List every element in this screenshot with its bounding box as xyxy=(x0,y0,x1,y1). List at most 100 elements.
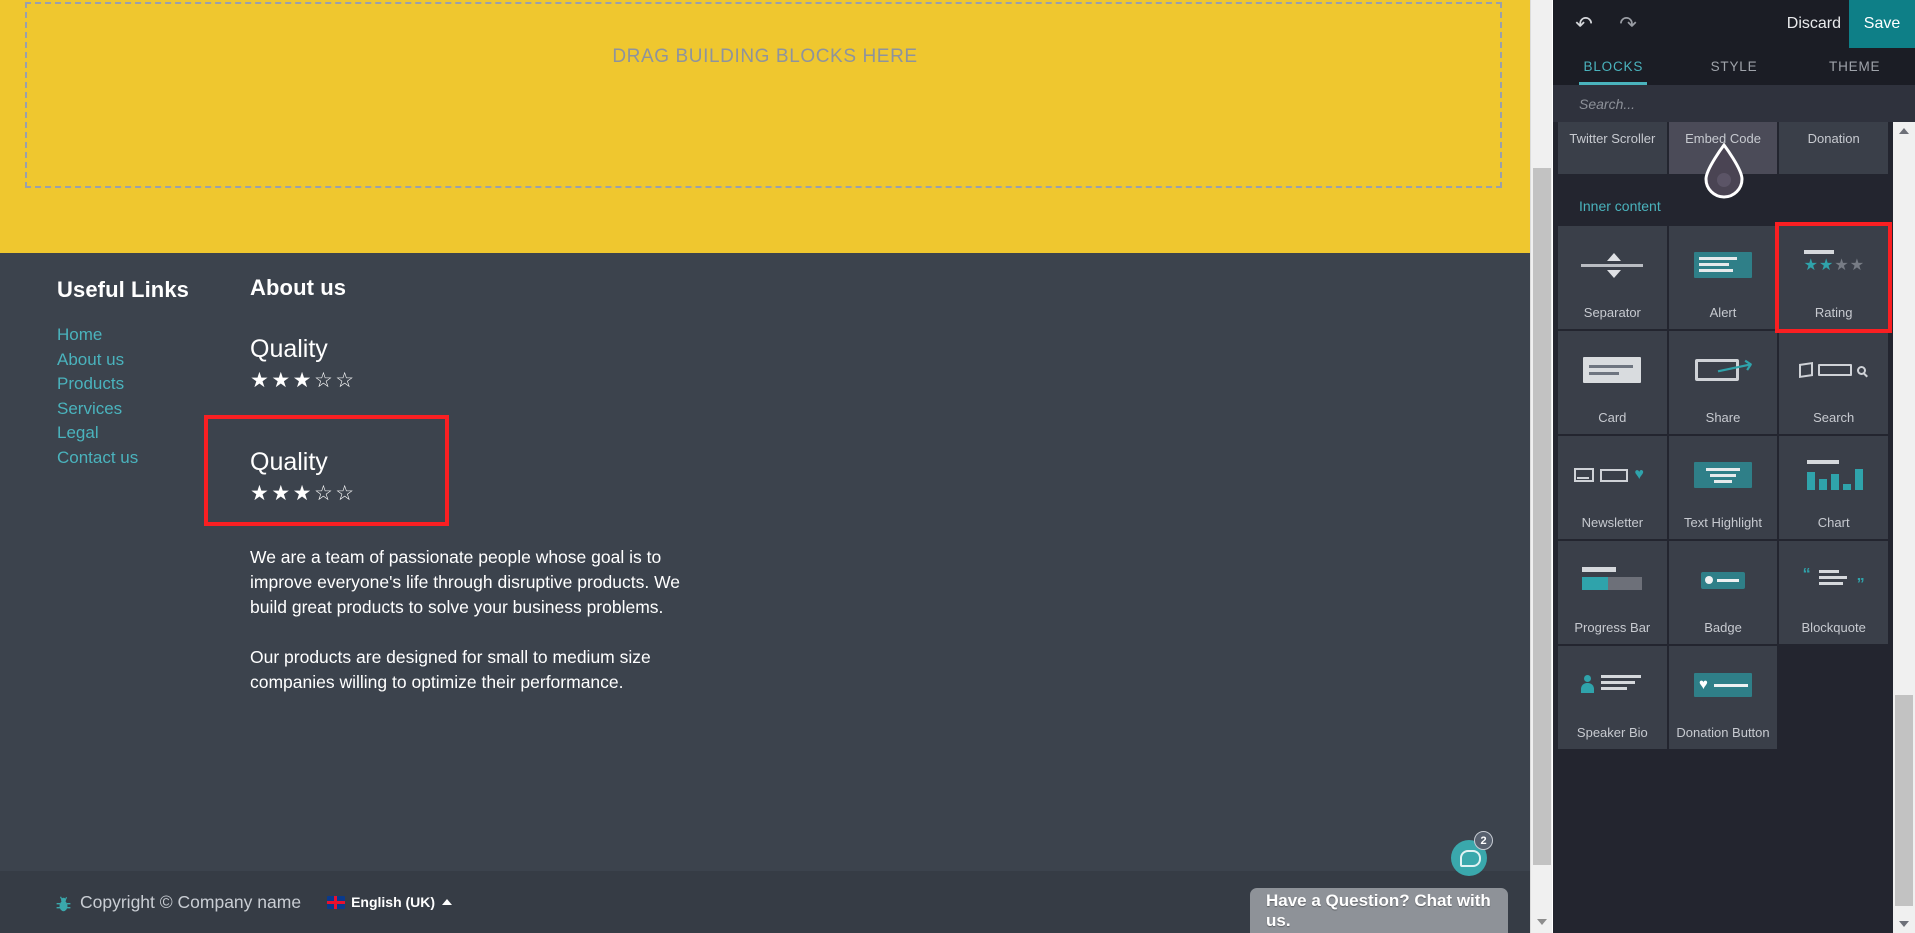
badge-icon xyxy=(1669,563,1778,597)
block-tile-rating[interactable]: ★★★★ Rating xyxy=(1775,222,1893,333)
block-row: Speaker Bio ♥ Donation Button xyxy=(1553,646,1893,749)
block-tile-text-highlight[interactable]: Text Highlight xyxy=(1668,436,1778,539)
section-heading-inner-content: Inner content xyxy=(1579,198,1661,214)
editor-toolbar: ↶ ↷ Discard Save xyxy=(1553,0,1915,48)
drop-zone-outline xyxy=(25,2,1502,188)
block-row-clipped: 🐦 Twitter Scroller Embed Code Donation xyxy=(1553,122,1893,174)
block-tile-search[interactable]: Search xyxy=(1779,331,1889,434)
block-tile-donation-button[interactable]: ♥ Donation Button xyxy=(1668,646,1778,749)
drag-drop-zone[interactable]: DRAG BUILDING BLOCKS HERE xyxy=(0,0,1530,253)
page-scrollbar[interactable] xyxy=(1530,0,1552,933)
rating-block-1[interactable]: Quality ★★★☆☆ xyxy=(250,334,770,393)
editor-tabs: BLOCKS STYLE THEME xyxy=(1553,48,1915,85)
block-tile-donation[interactable]: Donation xyxy=(1779,122,1889,174)
block-tile-card[interactable]: Card xyxy=(1558,331,1667,434)
scroll-down-arrow-icon[interactable] xyxy=(1537,919,1547,925)
tab-blocks[interactable]: BLOCKS xyxy=(1553,48,1674,85)
block-label: Embed Code xyxy=(1685,131,1761,146)
block-row: Separator Alert ★★★★ Rating xyxy=(1553,222,1893,333)
newsletter-icon: ♥ xyxy=(1558,458,1667,492)
progress-bar-icon xyxy=(1558,563,1667,597)
footer-link-about-us[interactable]: About us xyxy=(57,348,247,373)
footer-link-products[interactable]: Products xyxy=(57,372,247,397)
website-canvas: DRAG BUILDING BLOCKS HERE Useful Links H… xyxy=(0,0,1530,933)
share-icon: ⟶ xyxy=(1669,348,1778,387)
rating-icon: ★★★★ xyxy=(1779,248,1888,282)
site-footer: Useful Links Home About us Products Serv… xyxy=(0,253,1530,933)
about-us-heading: About us xyxy=(250,275,347,300)
speaker-bio-icon xyxy=(1558,668,1667,702)
search-input[interactable] xyxy=(1579,95,1882,112)
block-label: Donation xyxy=(1807,131,1860,146)
block-label: Blockquote xyxy=(1801,620,1866,635)
block-tile-separator[interactable]: Separator xyxy=(1558,226,1667,329)
block-label: Progress Bar xyxy=(1574,620,1651,635)
chat-unread-badge: 2 xyxy=(1474,831,1493,850)
embed-code-icon xyxy=(1669,122,1778,132)
block-label: Text Highlight xyxy=(1683,515,1763,530)
panel-scroll-up-arrow-icon[interactable] xyxy=(1899,128,1909,134)
twitter-scroller-icon: 🐦 xyxy=(1558,122,1667,132)
block-tile-embed-code[interactable]: Embed Code xyxy=(1668,122,1778,174)
block-label: Newsletter xyxy=(1581,515,1644,530)
panel-scroll-down-arrow-icon[interactable] xyxy=(1899,921,1909,927)
block-tile-badge[interactable]: Badge xyxy=(1668,541,1778,644)
block-tile-newsletter[interactable]: ♥ Newsletter xyxy=(1558,436,1667,539)
blocks-search-field[interactable] xyxy=(1553,85,1915,122)
language-label: English (UK) xyxy=(351,894,436,910)
page-scrollbar-thumb[interactable] xyxy=(1533,168,1551,865)
rating-title: Quality xyxy=(250,448,328,476)
chart-icon xyxy=(1779,458,1888,492)
block-tile-chart[interactable]: Chart xyxy=(1779,436,1889,539)
search-block-icon xyxy=(1779,353,1888,387)
rating-stars[interactable]: ★★★☆☆ xyxy=(250,369,770,393)
tab-theme[interactable]: THEME xyxy=(1794,48,1915,85)
about-paragraph-1: We are a team of passionate people whose… xyxy=(250,547,681,617)
language-selector[interactable]: English (UK) xyxy=(327,894,453,910)
block-label: Share xyxy=(1705,410,1741,425)
block-label: Badge xyxy=(1704,620,1742,635)
chat-tooltip[interactable]: Have a Question? Chat with us. xyxy=(1250,888,1508,933)
block-tile-share[interactable]: ⟶ Share xyxy=(1668,331,1778,434)
panel-scrollbar-thumb[interactable] xyxy=(1895,695,1913,906)
drop-zone-label: DRAG BUILDING BLOCKS HERE xyxy=(612,46,918,67)
blockquote-icon: “ ” xyxy=(1802,566,1865,593)
rating-stars[interactable]: ★★★☆☆ xyxy=(250,482,445,506)
block-tile-speaker-bio[interactable]: Speaker Bio xyxy=(1558,646,1667,749)
block-label: Separator xyxy=(1583,305,1641,320)
block-label: Search xyxy=(1813,410,1855,425)
block-tile-progress-bar[interactable]: Progress Bar xyxy=(1558,541,1667,644)
uk-flag-icon xyxy=(327,895,346,909)
block-tile-alert[interactable]: Alert xyxy=(1668,226,1778,329)
chevron-up-icon xyxy=(442,899,453,905)
editor-panel: ↶ ↷ Discard Save BLOCKS STYLE THEME 🐦 Tw… xyxy=(1553,0,1915,933)
separator-icon xyxy=(1558,248,1667,282)
panel-scrollbar[interactable] xyxy=(1893,122,1915,933)
copyright-text: Copyright © Company name xyxy=(80,891,302,912)
block-row: ♥ Newsletter Text Highlight Chart xyxy=(1553,436,1893,539)
text-highlight-icon xyxy=(1669,458,1778,492)
rating-block-2-selected[interactable]: Quality ★★★☆☆ xyxy=(204,415,449,526)
undo-icon[interactable]: ↶ xyxy=(1567,7,1601,41)
card-icon xyxy=(1558,353,1667,387)
tab-style[interactable]: STYLE xyxy=(1674,48,1795,85)
discard-button[interactable]: Discard xyxy=(1787,15,1841,33)
save-button[interactable]: Save xyxy=(1849,0,1915,48)
block-label: Twitter Scroller xyxy=(1569,131,1656,146)
block-label: Donation Button xyxy=(1676,725,1770,740)
block-tile-twitter-scroller[interactable]: 🐦 Twitter Scroller xyxy=(1558,122,1667,174)
about-us-column: About us Quality ★★★☆☆ Quality ★★★☆☆ We … xyxy=(204,275,770,695)
block-tile-blockquote[interactable]: “ ” Blockquote xyxy=(1779,541,1889,644)
donation-icon xyxy=(1779,122,1888,132)
redo-icon[interactable]: ↷ xyxy=(1611,7,1645,41)
screen: DRAG BUILDING BLOCKS HERE Useful Links H… xyxy=(0,0,1915,933)
block-label: Speaker Bio xyxy=(1576,725,1648,740)
blocks-list[interactable]: 🐦 Twitter Scroller Embed Code Donation xyxy=(1553,122,1893,933)
block-row: Card ⟶ Share Search xyxy=(1553,331,1893,434)
block-label: Rating xyxy=(1814,305,1853,320)
bug-icon xyxy=(55,895,72,913)
block-label: Chart xyxy=(1817,515,1850,530)
useful-links-heading: Useful Links xyxy=(57,277,190,302)
footer-link-home[interactable]: Home xyxy=(57,323,247,348)
block-label: Alert xyxy=(1709,305,1737,320)
